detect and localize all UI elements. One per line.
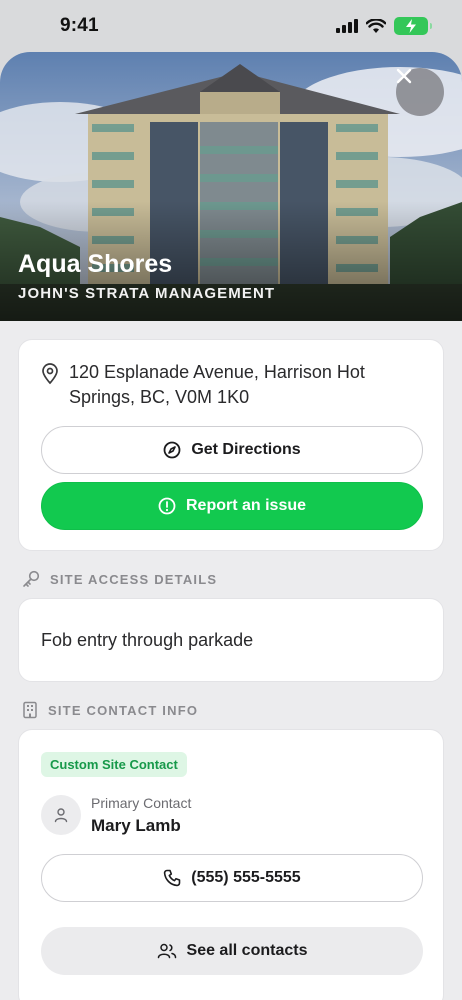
status-time: 9:41 (60, 15, 99, 36)
see-all-contacts-label: See all contacts (186, 942, 308, 959)
close-icon (396, 68, 412, 84)
wifi-icon (366, 18, 386, 33)
report-issue-button[interactable]: Report an issue (41, 482, 423, 530)
contact-name: Mary Lamb (91, 816, 181, 835)
address-text[interactable]: 120 Esplanade Avenue, Harrison Hot Sprin… (69, 360, 399, 410)
building-icon (23, 701, 37, 719)
avatar (41, 795, 81, 835)
site-access-heading-text: SITE ACCESS DETAILS (50, 571, 218, 587)
custom-site-contact-badge: Custom Site Contact (41, 752, 187, 777)
compass-icon (163, 441, 181, 459)
contact-phone: (555) 555-5555 (191, 869, 301, 886)
signal-icon (336, 19, 358, 33)
site-name: Aqua Shores (18, 250, 173, 278)
site-access-heading: SITE ACCESS DETAILS (22, 570, 217, 588)
close-button[interactable] (396, 68, 444, 116)
get-directions-label: Get Directions (191, 441, 301, 458)
key-icon (23, 570, 40, 587)
site-detail-sheet: Aqua Shores JOHN'S STRATA MANAGEMENT 120… (0, 52, 462, 1000)
site-contact-heading-text: SITE CONTACT INFO (48, 702, 199, 718)
contact-role: Primary Contact (91, 795, 192, 811)
phone-icon (164, 869, 181, 887)
report-issue-label: Report an issue (185, 497, 307, 514)
site-company: JOHN'S STRATA MANAGEMENT (18, 285, 276, 302)
site-contact-heading: SITE CONTACT INFO (22, 701, 198, 719)
users-icon (157, 943, 176, 959)
user-icon (54, 808, 68, 823)
map-pin-icon (42, 363, 58, 385)
status-icons (336, 17, 432, 35)
get-directions-button[interactable]: Get Directions (41, 426, 423, 474)
call-contact-button[interactable]: (555) 555-5555 (41, 854, 423, 902)
alert-circle-icon (158, 497, 176, 515)
see-all-contacts-button[interactable]: See all contacts (41, 927, 423, 975)
status-bar: 9:41 (0, 0, 462, 52)
battery-charging-icon (394, 17, 432, 35)
hero-image: Aqua Shores JOHN'S STRATA MANAGEMENT (0, 52, 462, 321)
site-access-card: Fob entry through parkade (18, 598, 444, 682)
site-contact-card: Custom Site Contact Primary Contact Mary… (18, 729, 444, 1000)
address-row: 120 Esplanade Avenue, Harrison Hot Sprin… (41, 360, 399, 410)
site-access-details: Fob entry through parkade (41, 630, 254, 650)
address-card: 120 Esplanade Avenue, Harrison Hot Sprin… (18, 339, 444, 551)
